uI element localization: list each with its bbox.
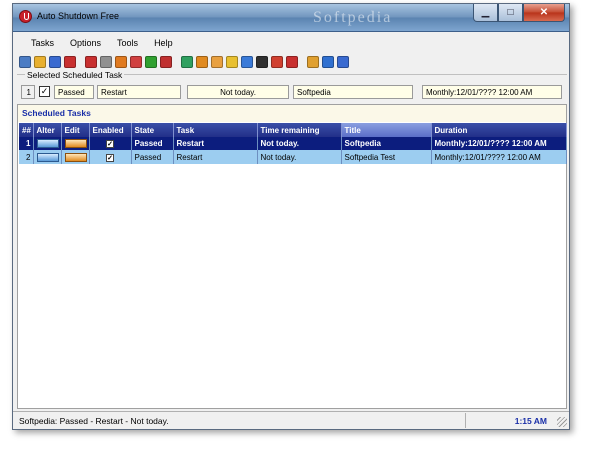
alarm-icon[interactable] <box>211 56 223 68</box>
row-number: 2 <box>19 150 34 164</box>
resize-grip-icon[interactable] <box>557 417 567 427</box>
edit-icon[interactable] <box>286 56 298 68</box>
status-bar: Softpedia: Passed - Restart - Not today.… <box>13 411 569 429</box>
edit-button[interactable] <box>64 152 87 162</box>
exit-icon[interactable] <box>307 56 319 68</box>
title-cell: Softpedia Test <box>341 150 432 164</box>
clock-icon[interactable] <box>241 56 253 68</box>
col-header-number[interactable]: ## <box>19 123 34 137</box>
col-header-task[interactable]: Task <box>173 123 258 137</box>
status-clock: 1:15 AM <box>514 416 547 426</box>
edit-cell <box>61 150 90 164</box>
state-cell: Passed <box>131 137 174 151</box>
alter-button[interactable] <box>36 139 59 149</box>
enabled-checkbox[interactable]: ✓ <box>106 153 114 162</box>
standby-icon[interactable] <box>226 56 238 68</box>
save-icon[interactable] <box>49 56 61 68</box>
logoff-icon[interactable] <box>130 56 142 68</box>
enabled-checkbox[interactable]: ✓ <box>106 140 114 149</box>
table-row[interactable]: 2 ✓ Passed Restart Not today. Softpedia … <box>19 150 567 164</box>
tasks-table: ## Alter Edit Enabled State Task Time re… <box>19 123 567 164</box>
task-cell: Restart <box>173 150 258 164</box>
status-text: Softpedia: Passed - Restart - Not today. <box>19 416 169 426</box>
restart-icon[interactable] <box>145 56 157 68</box>
watermark: Softpedia <box>313 9 393 26</box>
menu-help[interactable]: Help <box>146 38 181 48</box>
state-cell: Passed <box>131 150 174 164</box>
col-header-time-remaining[interactable]: Time remaining <box>257 123 342 137</box>
menu-tools[interactable]: Tools <box>109 38 146 48</box>
duration-cell: Monthly:12/01/???? 12:00 AM <box>431 137 567 151</box>
enabled-cell: ✓ <box>89 137 132 151</box>
menu-tasks[interactable]: Tasks <box>23 38 62 48</box>
task-cell: Restart <box>173 137 258 151</box>
window-icon[interactable] <box>322 56 334 68</box>
enabled-cell: ✓ <box>89 150 132 164</box>
info-icon[interactable] <box>256 56 268 68</box>
title-cell: Softpedia <box>341 137 432 151</box>
time-remaining-cell: Not today. <box>257 150 342 164</box>
selected-task-number: 1 <box>21 85 35 99</box>
col-header-state[interactable]: State <box>131 123 174 137</box>
selected-task-group: Selected Scheduled Task 1 ✓ Passed Resta… <box>17 70 567 102</box>
close-icon: ✕ <box>539 7 549 18</box>
scheduled-tasks-grid: Scheduled Tasks ## Alter Edit Enabled St… <box>17 104 567 409</box>
selected-task-field: Restart <box>97 85 181 99</box>
app-window: Auto Shutdown Free Softpedia ▁ □ ✕ Tasks… <box>12 3 570 430</box>
shutdown-icon[interactable] <box>85 56 97 68</box>
power-icon[interactable] <box>160 56 172 68</box>
col-header-duration[interactable]: Duration <box>431 123 567 137</box>
power-app-icon[interactable] <box>19 10 32 23</box>
minimize-button[interactable]: ▁ <box>473 4 498 22</box>
col-header-enabled[interactable]: Enabled <box>89 123 132 137</box>
toolbar <box>19 53 352 71</box>
table-header-row: ## Alter Edit Enabled State Task Time re… <box>19 123 567 137</box>
edit-cell <box>61 137 90 151</box>
close-button[interactable]: ✕ <box>523 4 565 22</box>
note-icon[interactable] <box>271 56 283 68</box>
selected-title-field: Softpedia <box>293 85 413 99</box>
new-task-icon[interactable] <box>19 56 31 68</box>
selected-task-legend: Selected Scheduled Task <box>25 70 125 80</box>
alter-cell <box>33 150 62 164</box>
settings-icon[interactable] <box>100 56 112 68</box>
col-header-title[interactable]: Title <box>341 123 432 137</box>
row-number: 1 <box>19 137 34 151</box>
col-header-edit[interactable]: Edit <box>61 123 90 137</box>
maximize-icon: □ <box>507 7 514 18</box>
table-row[interactable]: 1 ✓ Passed Restart Not today. Softpedia … <box>19 137 567 151</box>
minimize-icon: ▁ <box>481 7 490 18</box>
alter-cell <box>33 137 62 151</box>
grid-heading: Scheduled Tasks <box>18 105 566 122</box>
title-bar[interactable]: Auto Shutdown Free Softpedia ▁ □ ✕ <box>13 4 569 32</box>
selected-enabled-checkbox[interactable]: ✓ <box>39 86 50 97</box>
alter-button[interactable] <box>36 152 59 162</box>
window-title: Auto Shutdown Free <box>37 11 120 21</box>
menu-options[interactable]: Options <box>62 38 109 48</box>
hibernate-icon[interactable] <box>181 56 193 68</box>
edit-button[interactable] <box>64 139 87 149</box>
status-divider <box>465 413 466 428</box>
time-remaining-cell: Not today. <box>257 137 342 151</box>
col-header-alter[interactable]: Alter <box>33 123 62 137</box>
selected-state-field: Passed <box>54 85 94 99</box>
selected-time-remaining-field: Not today. <box>187 85 289 99</box>
menu-bar: Tasks Options Tools Help <box>13 34 569 52</box>
open-icon[interactable] <box>34 56 46 68</box>
help-icon[interactable] <box>337 56 349 68</box>
lock-icon[interactable] <box>196 56 208 68</box>
selected-duration-field: Monthly:12/01/???? 12:00 AM <box>422 85 562 99</box>
delete-icon[interactable] <box>64 56 76 68</box>
timer-icon[interactable] <box>115 56 127 68</box>
duration-cell: Monthly:12/01/???? 12:00 AM <box>431 150 567 164</box>
maximize-button[interactable]: □ <box>498 4 523 22</box>
